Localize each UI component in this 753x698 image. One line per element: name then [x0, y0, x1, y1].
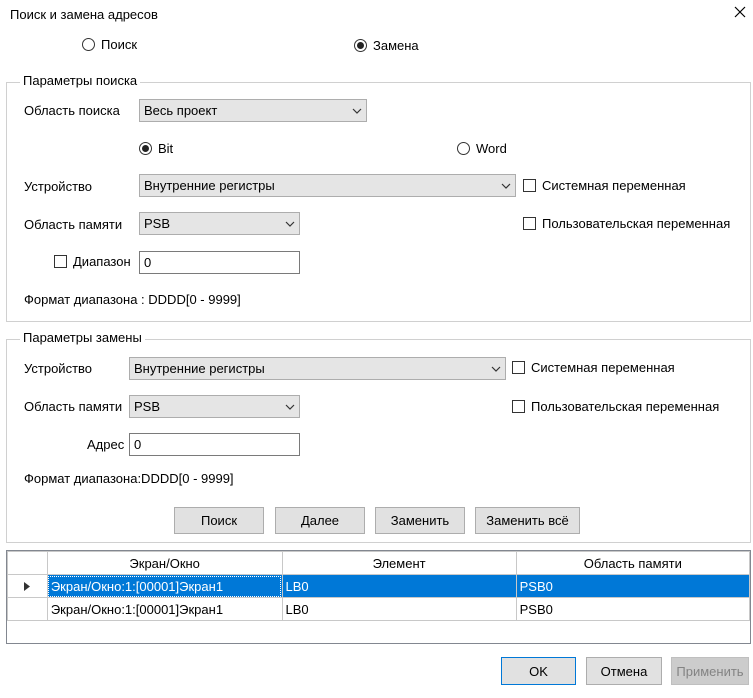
search-scope-label: Область поиска [24, 103, 120, 118]
search-memory-select[interactable]: PSB [139, 212, 300, 235]
radio-circle [139, 142, 152, 155]
replace-device-value: Внутренние регистры [134, 361, 265, 376]
checkbox-box [523, 179, 536, 192]
results-grid[interactable]: Экран/Окно Элемент Область памяти Экран/… [6, 550, 751, 644]
radio-circle [82, 38, 95, 51]
close-icon [734, 6, 746, 18]
checkbox-box [523, 217, 536, 230]
search-device-label: Устройство [24, 179, 93, 194]
type-word-label: Word [476, 141, 507, 156]
replace-params-title: Параметры замены [20, 330, 145, 346]
range-label: Диапазон [73, 254, 131, 269]
checkbox-box [54, 255, 67, 268]
replace-memory-label: Область памяти [24, 399, 123, 414]
column-header-memory[interactable]: Область памяти [515, 551, 751, 575]
ok-button[interactable]: OK [501, 657, 576, 685]
search-scope-value: Весь проект [144, 103, 218, 118]
mode-replace-label: Замена [373, 38, 419, 53]
type-bit-radio[interactable]: Bit [139, 141, 173, 156]
search-format-text: Формат диапазона : DDDD[0 - 9999] [24, 292, 241, 307]
column-header-screen[interactable]: Экран/Окно [46, 551, 283, 575]
replace-all-button[interactable]: Заменить всё [475, 507, 580, 534]
type-bit-label: Bit [158, 141, 174, 156]
replace-user-var-checkbox[interactable]: Пользовательская переменная [512, 399, 719, 414]
range-checkbox[interactable]: Диапазон [54, 254, 131, 269]
cell-screen[interactable]: Экран/Окно:1:[00001]Экран1 [46, 574, 283, 598]
replace-user-var-label: Пользовательская переменная [531, 399, 720, 414]
radio-circle [457, 142, 470, 155]
checkbox-box [512, 400, 525, 413]
search-memory-label: Область памяти [24, 217, 123, 232]
table-row[interactable]: Экран/Окно:1:[00001]Экран1 LB0 PSB0 [7, 574, 751, 598]
cell-element[interactable]: LB0 [281, 597, 517, 621]
corner-cell [7, 551, 48, 575]
search-device-value: Внутренние регистры [144, 178, 275, 193]
chevron-down-icon [281, 396, 299, 417]
search-device-select[interactable]: Внутренние регистры [139, 174, 516, 197]
search-user-var-label: Пользовательская переменная [542, 216, 731, 231]
chevron-down-icon [348, 100, 366, 121]
close-button[interactable] [731, 3, 749, 21]
results-table: Экран/Окно Элемент Область памяти Экран/… [7, 551, 751, 621]
search-system-var-label: Системная переменная [542, 178, 686, 193]
address-input[interactable] [129, 433, 300, 456]
range-input[interactable] [139, 251, 300, 274]
table-row[interactable]: Экран/Окно:1:[00001]Экран1 LB0 PSB0 [7, 597, 751, 621]
cell-memory[interactable]: PSB0 [515, 597, 751, 621]
replace-device-select[interactable]: Внутренние регистры [129, 357, 506, 380]
cell-memory[interactable]: PSB0 [515, 574, 751, 598]
replace-format-text: Формат диапазона:DDDD[0 - 9999] [24, 471, 234, 486]
row-header[interactable] [7, 597, 48, 621]
address-label: Адрес [87, 437, 125, 452]
search-user-var-checkbox[interactable]: Пользовательская переменная [523, 216, 730, 231]
search-button[interactable]: Поиск [174, 507, 264, 534]
cancel-button[interactable]: Отмена [586, 657, 662, 685]
replace-device-label: Устройство [24, 361, 93, 376]
chevron-down-icon [281, 213, 299, 234]
window-title: Поиск и замена адресов [10, 7, 158, 22]
search-params-title: Параметры поиска [20, 73, 141, 89]
type-word-radio[interactable]: Word [457, 141, 507, 156]
replace-system-var-label: Системная переменная [531, 360, 675, 375]
search-system-var-checkbox[interactable]: Системная переменная [523, 178, 686, 193]
search-memory-value: PSB [144, 216, 171, 231]
row-header[interactable] [7, 574, 48, 598]
cell-screen[interactable]: Экран/Окно:1:[00001]Экран1 [46, 597, 283, 621]
next-button[interactable]: Далее [275, 507, 365, 534]
search-scope-select[interactable]: Весь проект [139, 99, 367, 122]
mode-search-radio[interactable]: Поиск [82, 37, 137, 52]
mode-replace-radio[interactable]: Замена [354, 38, 419, 53]
mode-search-label: Поиск [101, 37, 138, 52]
replace-system-var-checkbox[interactable]: Системная переменная [512, 360, 675, 375]
replace-memory-select[interactable]: PSB [129, 395, 300, 418]
cell-element[interactable]: LB0 [281, 574, 517, 598]
replace-memory-value: PSB [134, 399, 161, 414]
column-header-element[interactable]: Элемент [281, 551, 517, 575]
checkbox-box [512, 361, 525, 374]
chevron-down-icon [497, 175, 515, 196]
replace-button[interactable]: Заменить [375, 507, 465, 534]
radio-circle [354, 39, 367, 52]
apply-button[interactable]: Применить [671, 657, 749, 685]
row-pointer-icon [24, 581, 31, 591]
header-row: Экран/Окно Элемент Область памяти [7, 551, 751, 575]
chevron-down-icon [487, 358, 505, 379]
